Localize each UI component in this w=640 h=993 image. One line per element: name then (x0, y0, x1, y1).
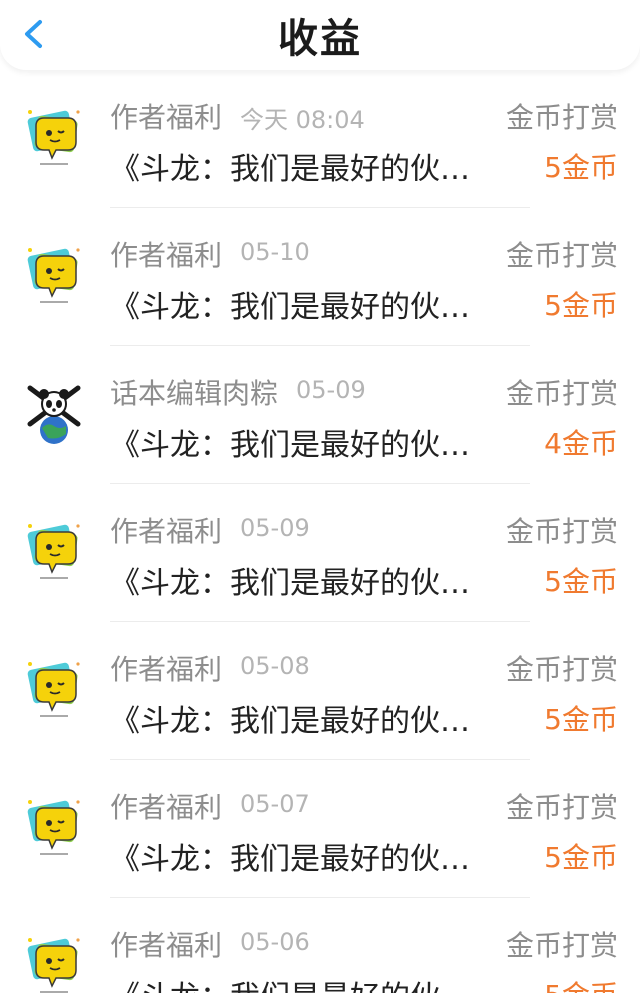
record-time: 05-09 (296, 376, 366, 404)
income-page: 收益 作者福利 今天 08:04 《斗龙：我们是最好的伙伴》 金币打赏 5金币 … (0, 0, 640, 993)
sender-name: 作者福利 (110, 929, 223, 962)
avatar (22, 242, 86, 306)
panda-earth-icon (27, 385, 81, 444)
sender-name: 作者福利 (110, 791, 223, 824)
reward-type: 金币打赏 (505, 929, 618, 962)
sender-name: 作者福利 (110, 239, 223, 272)
yellow-chat-bubble-icon (27, 662, 80, 717)
sender-name: 作者福利 (110, 101, 223, 134)
yellow-chat-bubble-icon (27, 248, 80, 303)
record-time: 05-10 (240, 238, 310, 266)
top-bar: 收益 (0, 0, 640, 70)
income-record-row[interactable]: 作者福利 05-08 《斗龙：我们是最好的伙伴》 金币打赏 5金币 (0, 622, 640, 760)
avatar (22, 518, 86, 582)
yellow-chat-bubble-icon (27, 800, 80, 855)
reward-amount: 5金币 (544, 841, 618, 874)
record-time: 05-08 (240, 652, 310, 680)
avatar (22, 656, 86, 720)
income-record-list: 作者福利 今天 08:04 《斗龙：我们是最好的伙伴》 金币打赏 5金币 作者福… (0, 70, 640, 993)
record-time: 05-06 (240, 928, 310, 956)
reward-type: 金币打赏 (505, 101, 618, 134)
reward-type: 金币打赏 (505, 653, 618, 686)
income-record-row[interactable]: 话本编辑肉粽 05-09 《斗龙：我们是最好的伙伴》 金币打赏 4金币 (0, 346, 640, 484)
work-title: 《斗龙：我们是最好的伙伴》 (110, 428, 488, 463)
income-record-row[interactable]: 作者福利 05-10 《斗龙：我们是最好的伙伴》 金币打赏 5金币 (0, 208, 640, 346)
reward-amount: 5金币 (544, 289, 618, 322)
yellow-chat-bubble-icon (27, 938, 80, 993)
work-title: 《斗龙：我们是最好的伙伴》 (110, 152, 488, 187)
reward-amount: 4金币 (544, 427, 618, 460)
work-title: 《斗龙：我们是最好的伙伴》 (110, 290, 488, 325)
sender-name: 作者福利 (110, 515, 223, 548)
income-record-row[interactable]: 作者福利 今天 08:04 《斗龙：我们是最好的伙伴》 金币打赏 5金币 (0, 70, 640, 208)
income-record-row[interactable]: 作者福利 05-07 《斗龙：我们是最好的伙伴》 金币打赏 5金币 (0, 760, 640, 898)
income-record-row[interactable]: 作者福利 05-06 《斗龙：我们是最好的伙伴》 金币打赏 5金币 (0, 898, 640, 993)
record-time: 05-09 (240, 514, 310, 542)
avatar (22, 932, 86, 993)
income-record-row[interactable]: 作者福利 05-09 《斗龙：我们是最好的伙伴》 金币打赏 5金币 (0, 484, 640, 622)
reward-type: 金币打赏 (505, 515, 618, 548)
avatar (22, 794, 86, 858)
reward-amount: 5金币 (544, 703, 618, 736)
yellow-chat-bubble-icon (27, 524, 80, 579)
work-title: 《斗龙：我们是最好的伙伴》 (110, 704, 488, 739)
work-title: 《斗龙：我们是最好的伙伴》 (110, 566, 488, 601)
sender-name: 作者福利 (110, 653, 223, 686)
reward-type: 金币打赏 (505, 377, 618, 410)
reward-amount: 5金币 (544, 565, 618, 598)
record-time: 今天 08:04 (240, 106, 365, 134)
page-title: 收益 (278, 16, 362, 62)
work-title: 《斗龙：我们是最好的伙伴》 (110, 842, 488, 877)
reward-amount: 5金币 (544, 151, 618, 184)
avatar (22, 380, 86, 444)
record-time: 05-07 (240, 790, 310, 818)
reward-type: 金币打赏 (505, 791, 618, 824)
sender-name: 话本编辑肉粽 (110, 377, 279, 410)
reward-amount: 5金币 (544, 974, 618, 993)
reward-type: 金币打赏 (505, 239, 618, 272)
avatar (22, 104, 86, 168)
work-title: 《斗龙：我们是最好的伙伴》 (110, 972, 488, 993)
yellow-chat-bubble-icon (27, 110, 80, 165)
